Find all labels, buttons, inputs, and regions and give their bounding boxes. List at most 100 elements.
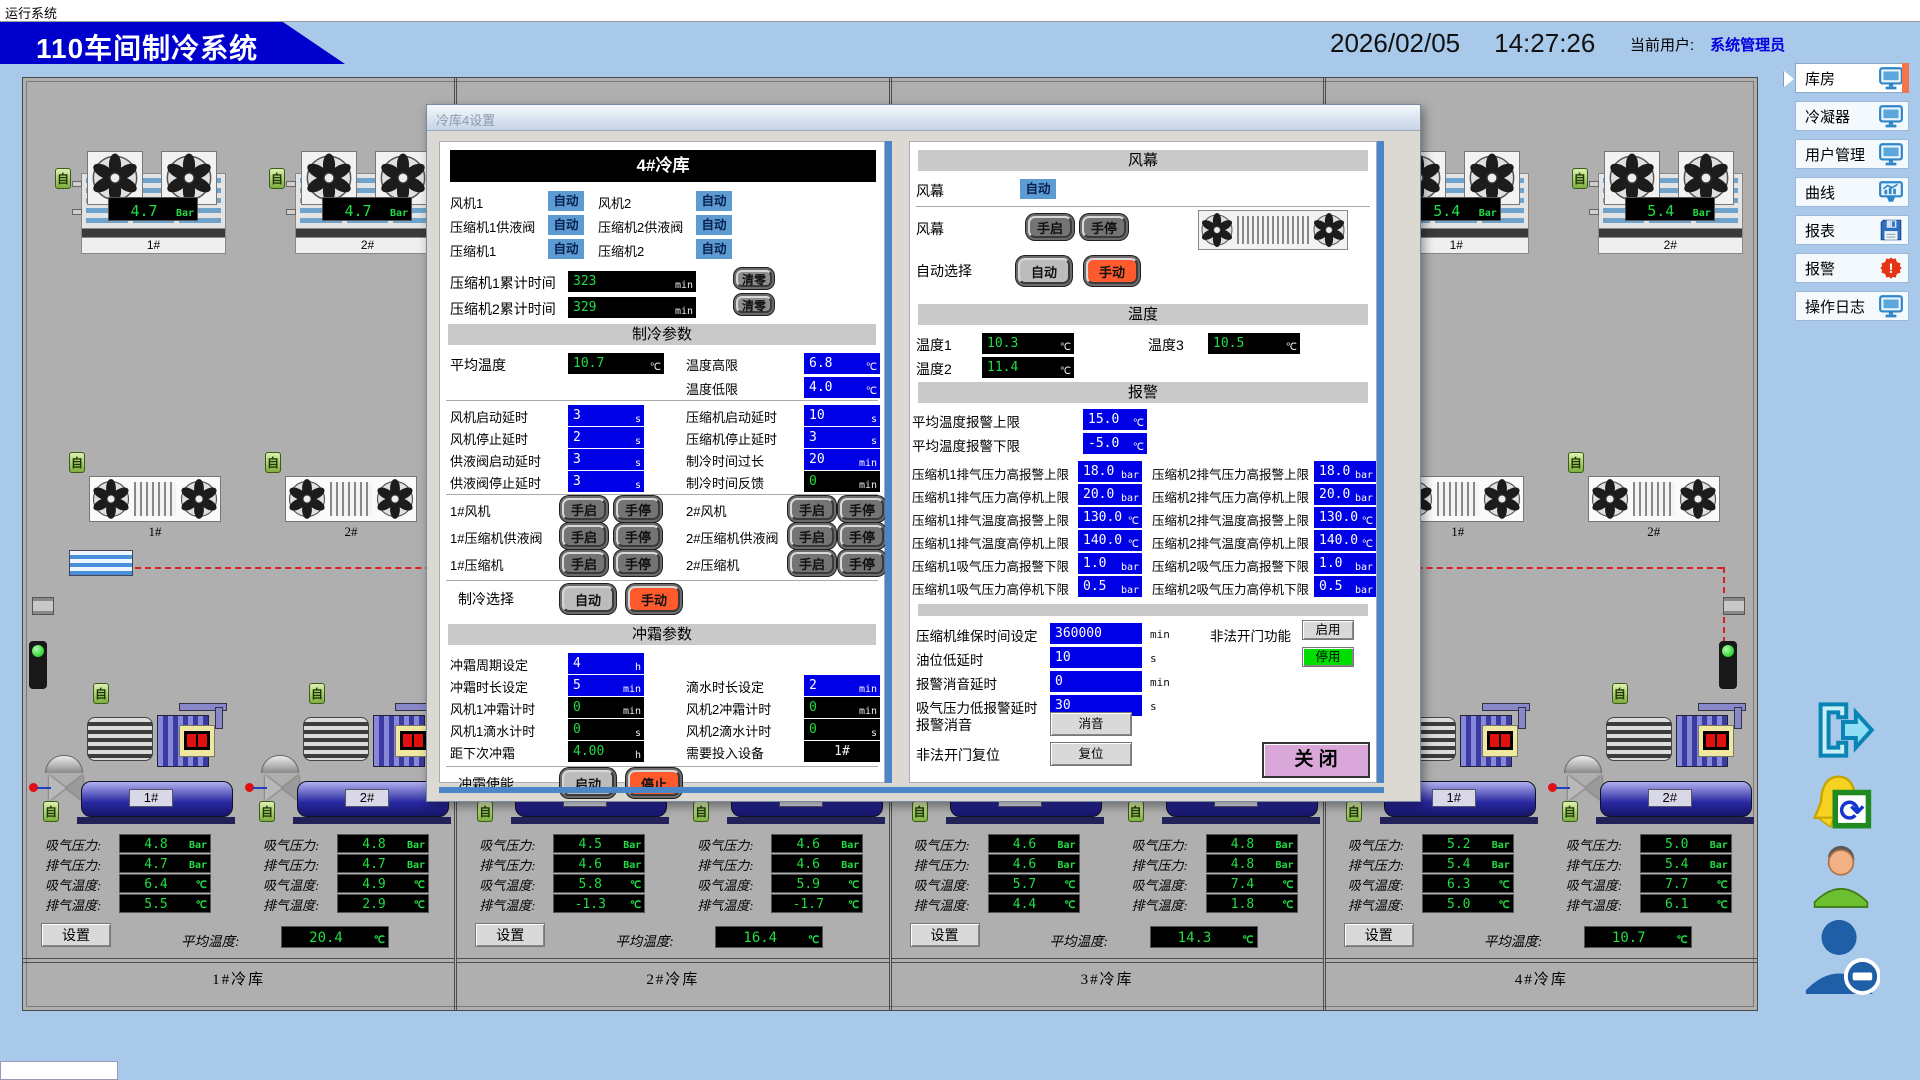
sidebar-item[interactable]: 操作日志 xyxy=(1795,291,1909,321)
delay-input[interactable]: 0min xyxy=(804,471,880,492)
curtain-header: 风幕 xyxy=(918,150,1368,171)
manual-start-button[interactable]: 手启 xyxy=(562,498,606,520)
sidebar-item[interactable]: 用户管理 xyxy=(1795,139,1909,169)
manual-stop-button[interactable]: 手停 xyxy=(616,498,660,520)
storage-settings-button[interactable]: 设置 xyxy=(910,923,980,947)
curtain-autoselect-row: 自动选择 自动 手动 xyxy=(910,258,1376,288)
defrost-field[interactable]: 0min xyxy=(804,697,880,718)
sidebar-item[interactable]: 报警 xyxy=(1795,253,1909,283)
sidebar-item[interactable]: 报表 xyxy=(1795,215,1909,245)
manual-stop-button[interactable]: 手停 xyxy=(616,525,660,547)
user-logout-button[interactable] xyxy=(1802,915,1880,1000)
limit-input[interactable]: 130.0℃ xyxy=(1314,507,1376,528)
limit-input[interactable]: 20.0bar xyxy=(1314,484,1376,505)
auto-mode-badge: 自 xyxy=(265,452,281,473)
curtain-start-button[interactable]: 手启 xyxy=(1028,216,1072,238)
manual-stop-button[interactable]: 手停 xyxy=(840,498,884,520)
panel-bottom-strip xyxy=(439,787,1384,793)
temp-low-limit-input[interactable]: 4.0℃ xyxy=(804,377,880,398)
delay-input[interactable]: 2s xyxy=(568,427,644,448)
suction-pressure-display: 5.2Bar xyxy=(1422,834,1514,853)
delay-input[interactable]: 3s xyxy=(568,471,644,492)
manual-start-button[interactable]: 手启 xyxy=(562,525,606,547)
manual-start-button[interactable]: 手启 xyxy=(562,552,606,574)
limit-input[interactable]: 140.0℃ xyxy=(1314,530,1376,551)
temp-high-limit-input[interactable]: 6.8℃ xyxy=(804,353,880,374)
dialog-titlebar[interactable]: 冷库4设置 xyxy=(427,105,1420,131)
suction-temp-display: 7.7℃ xyxy=(1640,874,1732,893)
manual-start-button[interactable]: 手启 xyxy=(790,525,834,547)
storage-settings-button[interactable]: 设置 xyxy=(41,923,111,947)
delay-input[interactable]: 3s xyxy=(804,427,880,448)
valve-icon xyxy=(265,775,282,801)
curtain-manual-button[interactable]: 手动 xyxy=(1086,258,1138,284)
monitor-icon xyxy=(1878,293,1904,319)
reset-counter-button[interactable]: 清零 xyxy=(736,270,772,287)
delay-input[interactable]: 20min xyxy=(804,449,880,470)
manual-stop-button[interactable]: 手停 xyxy=(840,525,884,547)
evaporator-label: 2# xyxy=(1598,237,1743,254)
cooling-select-row: 制冷选择 自动 手动 xyxy=(440,586,884,616)
door-enable-button[interactable]: 启用 xyxy=(1302,620,1354,640)
limit-input[interactable]: 1.0bar xyxy=(1078,553,1142,574)
auto-status-badge: 自动 xyxy=(548,215,584,235)
limit-input[interactable]: 0.5bar xyxy=(1314,576,1376,597)
storage-settings-button[interactable]: 设置 xyxy=(475,923,545,947)
manual-start-button[interactable]: 手启 xyxy=(790,498,834,520)
reset-counter-button[interactable]: 清零 xyxy=(736,296,772,313)
delay-input[interactable]: 3s xyxy=(568,449,644,470)
avg-alarm-input[interactable]: -5.0℃ xyxy=(1083,433,1147,454)
sidebar-item[interactable]: 库房 xyxy=(1795,63,1909,93)
limit-input[interactable]: 20.0bar xyxy=(1078,484,1142,505)
door-disable-button[interactable]: 停用 xyxy=(1302,647,1354,667)
cooling-manual-button[interactable]: 手动 xyxy=(628,586,680,612)
reading-row: 排气压力: 5.4Bar 排气压力: 5.4Bar xyxy=(1326,854,1757,874)
close-dialog-button[interactable]: 关 闭 xyxy=(1262,742,1370,778)
defrost-field[interactable]: 0s xyxy=(804,719,880,740)
limit-input[interactable]: 1.0bar xyxy=(1314,553,1376,574)
door-reset-button[interactable]: 复位 xyxy=(1050,742,1132,766)
auto-mode-badge: 自 xyxy=(1346,801,1362,822)
exit-button[interactable] xyxy=(1800,698,1886,767)
reading-row: 排气压力: 4.6Bar 排气压力: 4.8Bar xyxy=(892,854,1323,874)
manual-stop-button[interactable]: 手停 xyxy=(840,552,884,574)
avg-alarm-input[interactable]: 15.0℃ xyxy=(1083,409,1147,430)
defrost-field[interactable]: 5min xyxy=(568,675,644,696)
limit-input[interactable]: 18.0bar xyxy=(1078,461,1142,482)
delay-input[interactable]: 10s xyxy=(804,405,880,426)
discharge-temp-display: 4.4℃ xyxy=(988,894,1080,913)
curtain-status-row: 风幕 自动 xyxy=(910,178,1376,202)
cooling-auto-button[interactable]: 自动 xyxy=(562,586,614,612)
maintenance-input[interactable]: 0 xyxy=(1050,671,1142,692)
reading-row: 排气温度: 4.4℃ 排气温度: 1.8℃ xyxy=(892,894,1323,914)
dialog-right-panel: 风幕 风幕 自动 风幕 手启 手停 自动选择 自动 手动 温度 温度1 10.3… xyxy=(909,141,1377,783)
sidebar-item[interactable]: 曲线 xyxy=(1795,177,1909,207)
alarm-ack-button[interactable] xyxy=(1804,772,1876,837)
maintenance-input[interactable]: 10 xyxy=(1050,647,1142,668)
window-menubar[interactable]: 运行系统 xyxy=(0,0,1920,22)
reading-row: 吸气温度: 6.3℃ 吸气温度: 7.7℃ xyxy=(1326,874,1757,894)
divider-bar xyxy=(918,604,1368,616)
defrost-field[interactable]: 0s xyxy=(568,719,644,740)
maintenance-input[interactable]: 360000 xyxy=(1050,623,1142,644)
sidebar-item[interactable]: 冷凝器 xyxy=(1795,101,1909,131)
defrost-field[interactable]: 2min xyxy=(804,675,880,696)
defrost-cycle-input[interactable]: 4h xyxy=(568,653,644,674)
auto-status-badge: 自动 xyxy=(1020,179,1056,199)
delay-input[interactable]: 3s xyxy=(568,405,644,426)
limit-input[interactable]: 0.5bar xyxy=(1078,576,1142,597)
curtain-auto-button[interactable]: 自动 xyxy=(1018,258,1070,284)
limit-input[interactable]: 130.0℃ xyxy=(1078,507,1142,528)
defrost-field[interactable]: 0min xyxy=(568,697,644,718)
sidebar-item-icon xyxy=(1878,65,1904,91)
menu-run-system[interactable]: 运行系统 xyxy=(5,6,57,21)
manual-stop-button[interactable]: 手停 xyxy=(616,552,660,574)
curtain-stop-button[interactable]: 手停 xyxy=(1082,216,1126,238)
storage-settings-button[interactable]: 设置 xyxy=(1344,923,1414,947)
limit-input[interactable]: 18.0bar xyxy=(1314,461,1376,482)
mute-button[interactable]: 消音 xyxy=(1050,712,1132,736)
defrost-param-row: 风机1滴水计时 0s 风机2滴水计时 0s xyxy=(440,718,884,740)
manual-start-button[interactable]: 手启 xyxy=(790,552,834,574)
limit-input[interactable]: 140.0℃ xyxy=(1078,530,1142,551)
user-login-button[interactable] xyxy=(1808,840,1874,913)
